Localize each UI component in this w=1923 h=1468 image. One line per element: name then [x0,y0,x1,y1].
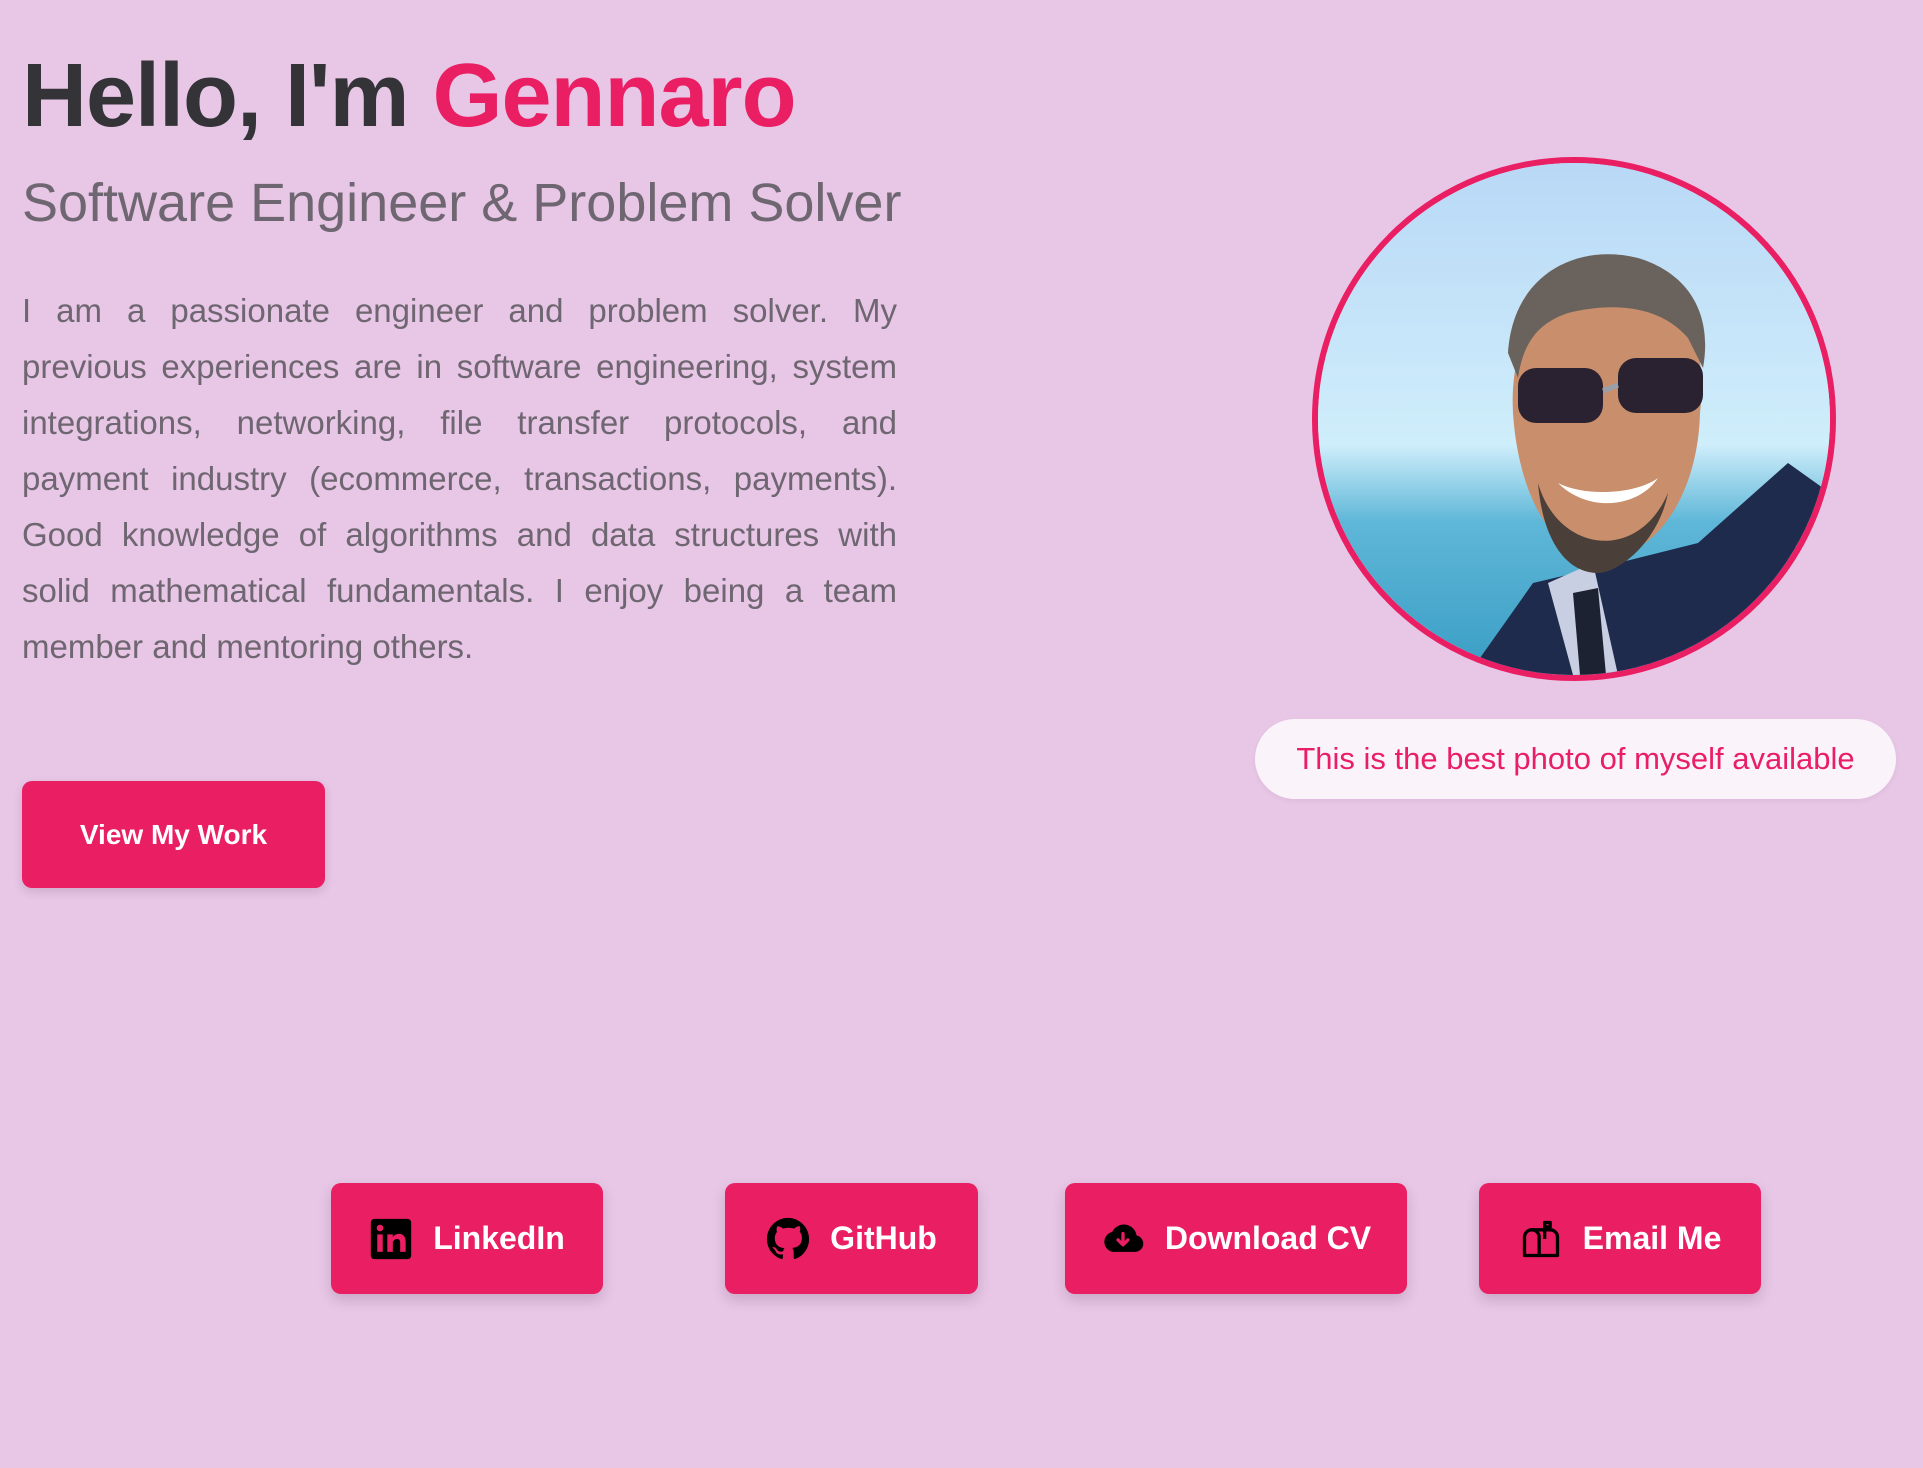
cloud-download-icon [1101,1217,1145,1261]
email-me-label: Email Me [1582,1220,1722,1256]
github-button[interactable]: GitHub [725,1183,978,1294]
view-my-work-button[interactable]: View My Work [22,781,325,888]
profile-photo-image [1318,163,1830,675]
profile-photo [1312,157,1836,681]
linkedin-label: LinkedIn [433,1220,565,1256]
photo-caption: This is the best photo of myself availab… [1255,719,1896,799]
hero-section: Hello, I'm Gennaro Software Engineer & P… [22,40,902,675]
hero-name: Gennaro [432,46,796,146]
download-cv-label: Download CV [1164,1220,1372,1256]
mailbox-icon [1519,1217,1563,1261]
linkedin-button[interactable]: LinkedIn [331,1183,603,1294]
github-label: GitHub [830,1220,937,1256]
github-icon [766,1217,810,1261]
download-cv-button[interactable]: Download CV [1065,1183,1407,1294]
hero-subtitle: Software Engineer & Problem Solver [22,172,902,233]
hero-heading: Hello, I'm Gennaro [22,40,902,153]
email-me-button[interactable]: Email Me [1479,1183,1761,1294]
hero-greeting: Hello, I'm [22,46,433,146]
linkedin-icon [369,1217,413,1261]
hero-bio: I am a passionate engineer and problem s… [22,292,897,666]
